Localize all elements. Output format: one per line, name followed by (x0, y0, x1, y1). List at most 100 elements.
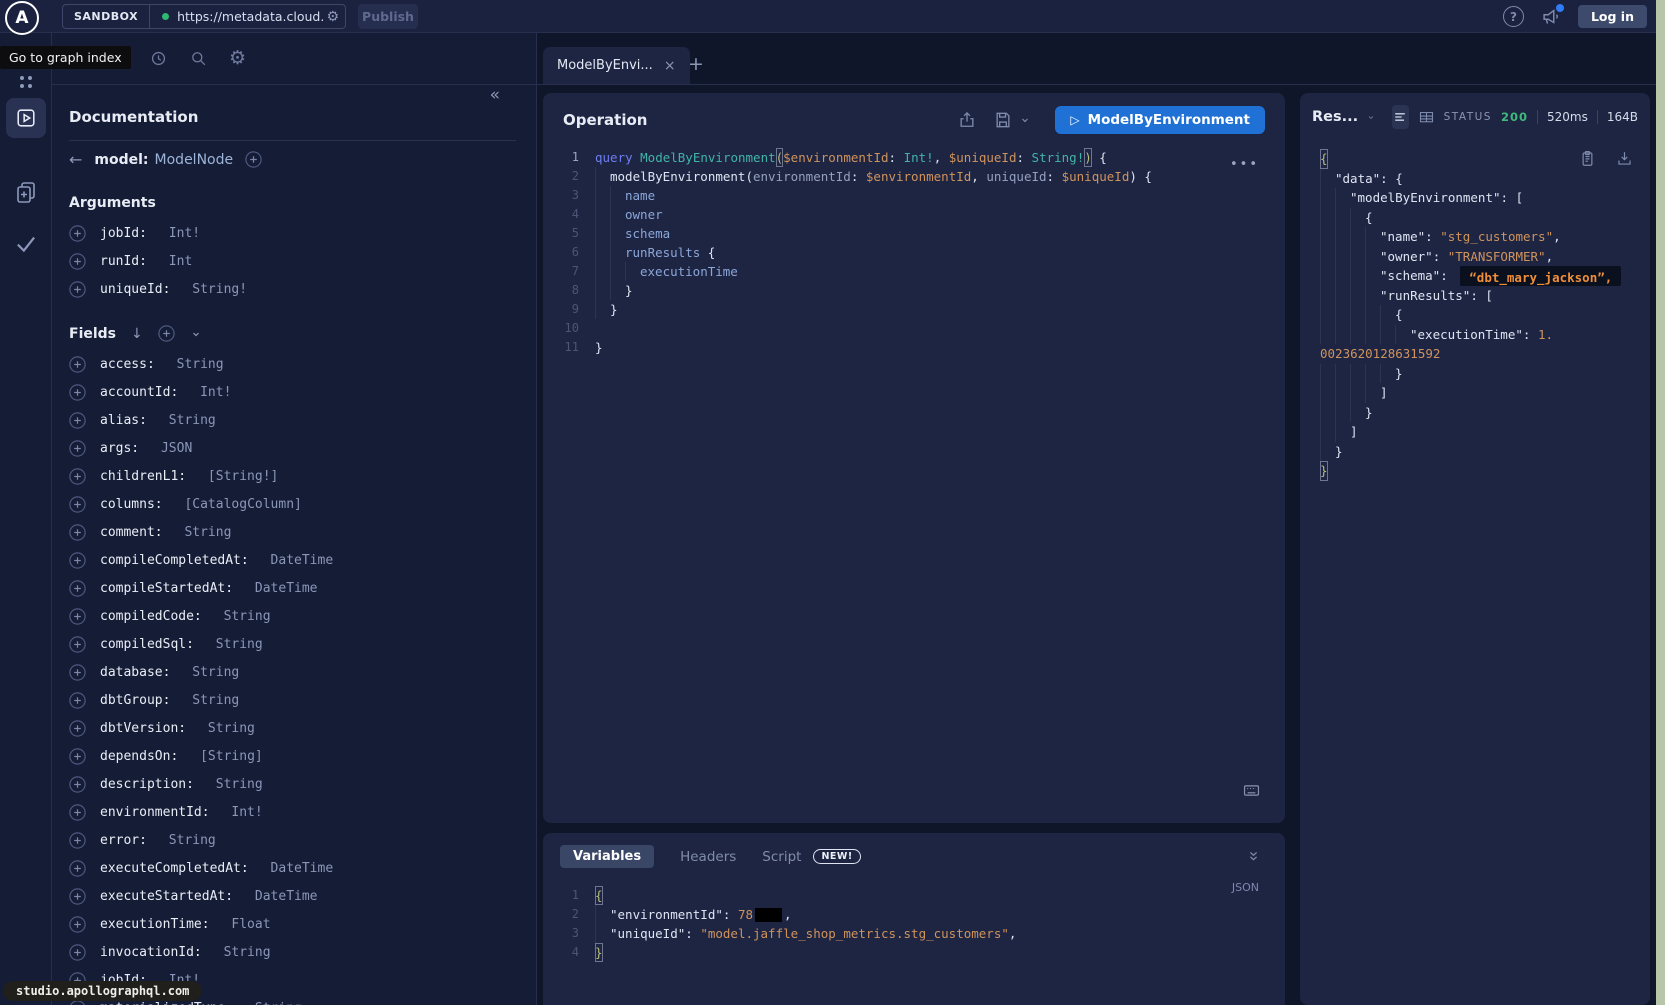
connection-settings-gear-icon[interactable]: ⚙ (324, 10, 345, 24)
field-type[interactable]: String (177, 357, 224, 372)
field-type[interactable]: Int! (231, 805, 262, 820)
field-name[interactable]: columns: (100, 497, 170, 512)
response-json[interactable]: {"data": {"modelByEnvironment": [{"name"… (1300, 135, 1650, 481)
field-type[interactable]: String (208, 721, 255, 736)
field-type[interactable]: String! (192, 282, 247, 297)
operation-editor[interactable]: 1query ModelByEnvironment($environmentId… (543, 148, 1285, 357)
field-type[interactable]: String (192, 693, 239, 708)
field-type[interactable]: DateTime (271, 861, 334, 876)
tab-close-icon[interactable]: × (664, 59, 676, 73)
field-name[interactable]: dependsOn: (100, 749, 186, 764)
field-name[interactable]: runId: (100, 254, 155, 269)
breadcrumb-type[interactable]: ModelNode (155, 152, 234, 168)
field-type[interactable]: JSON (161, 441, 192, 456)
field-name[interactable]: childrenL1: (100, 469, 194, 484)
field-name[interactable]: accountId: (100, 385, 186, 400)
field-name[interactable]: description: (100, 777, 202, 792)
circle-plus-icon[interactable] (245, 151, 262, 168)
circle-plus-icon[interactable] (69, 860, 86, 877)
field-name[interactable]: database: (100, 665, 178, 680)
field-name[interactable]: materializedType: (100, 1001, 241, 1005)
field-type[interactable]: String (216, 637, 263, 652)
publish-button[interactable]: Publish (358, 4, 418, 29)
field-name[interactable]: args: (100, 441, 147, 456)
circle-plus-icon[interactable] (69, 944, 86, 961)
field-type[interactable]: DateTime (255, 581, 318, 596)
copy-response-icon[interactable] (1578, 149, 1597, 168)
circle-plus-icon[interactable] (69, 720, 86, 737)
variables-editor[interactable]: 1{2"environmentId": 78,3"uniqueId": "mod… (543, 886, 1285, 962)
field-type[interactable]: String (224, 945, 271, 960)
tab-script[interactable]: Script (762, 849, 801, 865)
collections-nav-item[interactable] (0, 179, 52, 207)
circle-plus-icon[interactable] (69, 496, 86, 513)
back-icon[interactable]: ← (69, 150, 82, 169)
circle-plus-icon[interactable] (69, 552, 86, 569)
field-name[interactable]: access: (100, 357, 163, 372)
circle-plus-icon[interactable] (69, 412, 86, 429)
circle-plus-icon[interactable] (69, 468, 86, 485)
field-type[interactable]: String (169, 833, 216, 848)
collapse-panel-icon[interactable]: « (490, 87, 500, 104)
circle-plus-icon[interactable] (69, 692, 86, 709)
graph-index-icon[interactable] (0, 74, 52, 90)
field-name[interactable]: environmentId: (100, 805, 217, 820)
field-type[interactable]: [CatalogColumn] (184, 497, 301, 512)
circle-plus-icon[interactable] (69, 356, 86, 373)
circle-plus-icon[interactable] (69, 776, 86, 793)
tab-variables[interactable]: Variables (560, 845, 654, 868)
field-type[interactable]: DateTime (271, 553, 334, 568)
field-type[interactable]: [String] (200, 749, 263, 764)
field-name[interactable]: executeCompletedAt: (100, 861, 257, 876)
docs-settings-gear-icon[interactable]: ⚙ (229, 49, 246, 68)
field-type[interactable]: String (184, 525, 231, 540)
field-type[interactable]: String (169, 413, 216, 428)
keyboard-shortcuts-icon[interactable] (1242, 782, 1261, 799)
circle-plus-icon[interactable] (69, 888, 86, 905)
endpoint-url[interactable]: https://metadata.cloud.get (177, 9, 324, 24)
field-type[interactable]: [String!] (208, 469, 278, 484)
field-type[interactable]: Int! (169, 226, 200, 241)
sort-fields-icon[interactable]: ↓ (131, 326, 143, 342)
tab-modelbyenvironment[interactable]: ModelByEnvi... × (543, 47, 690, 84)
circle-plus-icon[interactable] (69, 664, 86, 681)
field-type[interactable]: String (255, 1001, 302, 1005)
response-chevron-icon[interactable] (1367, 111, 1375, 124)
field-name[interactable]: alias: (100, 413, 155, 428)
new-tab-button[interactable]: + (688, 53, 704, 75)
history-icon[interactable] (149, 49, 168, 68)
circle-plus-icon[interactable] (158, 325, 175, 342)
field-name[interactable]: compiledCode: (100, 609, 210, 624)
collapse-variables-icon[interactable] (1246, 849, 1261, 864)
apollo-logo[interactable]: A (5, 1, 39, 35)
field-type[interactable]: Float (231, 917, 270, 932)
field-type[interactable]: DateTime (255, 889, 318, 904)
editor-menu-icon[interactable]: ••• (1230, 157, 1259, 172)
field-type[interactable]: String (216, 777, 263, 792)
checklist-nav-item[interactable] (0, 230, 52, 256)
run-operation-button[interactable]: ▷ ModelByEnvironment (1055, 106, 1265, 134)
field-name[interactable]: dbtGroup: (100, 693, 178, 708)
search-icon[interactable] (189, 49, 208, 68)
circle-plus-icon[interactable] (69, 281, 86, 298)
field-name[interactable]: jobId: (100, 226, 155, 241)
field-name[interactable]: executeStartedAt: (100, 889, 241, 904)
circle-plus-icon[interactable] (69, 832, 86, 849)
field-name[interactable]: uniqueId: (100, 282, 178, 297)
field-name[interactable]: executionTime: (100, 917, 217, 932)
endpoint-url-box[interactable]: SANDBOX https://metadata.cloud.get ⚙ (62, 4, 346, 29)
field-name[interactable]: compiledSql: (100, 637, 202, 652)
field-name[interactable]: error: (100, 833, 155, 848)
share-icon[interactable] (957, 110, 977, 130)
circle-plus-icon[interactable] (69, 524, 86, 541)
circle-plus-icon[interactable] (69, 636, 86, 653)
save-chevron-icon[interactable] (1019, 114, 1031, 126)
chevron-down-icon[interactable] (190, 328, 202, 340)
raw-view-toggle[interactable] (1392, 105, 1408, 129)
field-name[interactable]: invocationId: (100, 945, 210, 960)
help-icon[interactable]: ? (1503, 6, 1524, 27)
circle-plus-icon[interactable] (69, 253, 86, 270)
table-view-toggle[interactable] (1418, 105, 1435, 129)
field-name[interactable]: comment: (100, 525, 170, 540)
save-icon[interactable] (993, 110, 1013, 130)
